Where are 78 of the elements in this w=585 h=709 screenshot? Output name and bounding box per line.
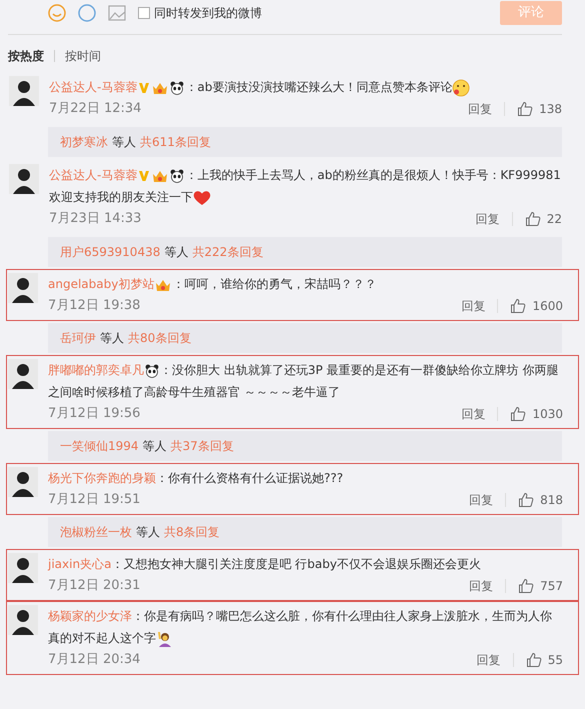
- replies-bar[interactable]: 泡椒粉丝一枚 等人 共8条回复: [48, 517, 562, 547]
- timestamp: 7月12日 19:38: [48, 297, 140, 316]
- reply-button[interactable]: 回复: [469, 577, 494, 595]
- thumbs-up-icon[interactable]: [518, 578, 534, 594]
- comment-submit-button[interactable]: 评论: [500, 1, 562, 25]
- sort-tab[interactable]: 按时间: [65, 47, 101, 65]
- comment-text: jiaxin夹心a：又想抱女神大腿引关注度度是吧 行baby不仅不会退娱乐圈还会更火: [48, 556, 482, 573]
- thumbs-up-icon[interactable]: [524, 211, 541, 227]
- timestamp: 7月23日 14:33: [49, 210, 142, 228]
- reply-others-text: 等人: [112, 134, 136, 151]
- reply-button[interactable]: 回复: [461, 297, 486, 315]
- timestamp: 7月12日 19:56: [48, 405, 140, 424]
- panda-icon: [170, 80, 184, 95]
- like-count: 22: [546, 211, 562, 228]
- replies-bar[interactable]: 一笑倾仙1994 等人 共37条回复: [48, 431, 562, 461]
- username-link[interactable]: 胖嘟嘟的郭奕卓凡: [48, 363, 144, 377]
- thumbs-up-icon[interactable]: [517, 101, 534, 117]
- verified-icon: [138, 82, 150, 94]
- timestamp: 7月12日 20:34: [48, 651, 140, 670]
- reply-user-link[interactable]: 一笑倾仙1994: [60, 437, 139, 455]
- reply-others-text: 等人: [142, 438, 167, 455]
- like-count: 818: [540, 492, 563, 509]
- reply-button[interactable]: 回复: [469, 491, 494, 509]
- share-checkbox-label: 同时转发到我的微博: [154, 5, 262, 22]
- reply-count-link[interactable]: 共222条回复: [192, 243, 264, 261]
- crown-icon: [152, 80, 168, 95]
- heart-icon: [193, 190, 211, 206]
- username-link[interactable]: 杨光下你奔跑的身颖: [48, 471, 156, 485]
- crown-icon: [155, 278, 172, 292]
- reply-count-link[interactable]: 共8条回复: [164, 523, 220, 541]
- timestamp: 7月12日 20:31: [48, 577, 140, 596]
- comment-text: 公益达人-马蓉蓉 ：ab要演技没演技嘴还辣么大！同意点赞本条评论: [49, 76, 562, 98]
- reply-user-link[interactable]: 初梦寒冰: [60, 133, 108, 151]
- like-count: 757: [540, 578, 563, 595]
- verified-icon: [138, 170, 150, 182]
- sort-tab[interactable]: 按热度: [8, 47, 44, 65]
- like-count: 1030: [532, 406, 563, 423]
- reply-user-link[interactable]: 用户6593910438: [60, 243, 160, 261]
- reply-user-link[interactable]: 泡椒粉丝一枚: [60, 523, 132, 541]
- timestamp: 7月12日 19:51: [48, 491, 140, 510]
- username-link[interactable]: 公益达人-马蓉蓉: [49, 80, 138, 94]
- panda-icon: [145, 364, 159, 378]
- thumbs-up-icon[interactable]: [510, 406, 526, 422]
- reply-others-text: 等人: [100, 330, 124, 347]
- comment-text: 杨颖家的少女泽：你是有病吗？嘴巴怎么这么脏，你有什么理由往人家身上泼脏水，生而为人你真的对不起人这个字: [48, 608, 553, 649]
- replies-bar[interactable]: 岳珂伊 等人 共80条回复: [48, 323, 562, 353]
- like-count: 138: [539, 101, 562, 118]
- crown-icon: [152, 168, 168, 183]
- comment-text: 杨光下你奔跑的身颖：你有什么资格有什么证据说她???: [48, 470, 344, 487]
- username-link[interactable]: 公益达人-马蓉蓉: [49, 168, 138, 182]
- username-link[interactable]: 杨颖家的少女泽: [48, 609, 132, 623]
- reply-button[interactable]: 回复: [476, 210, 500, 228]
- replies-bar[interactable]: 初梦寒冰 等人 共611条回复: [48, 127, 562, 157]
- share-checkbox[interactable]: [138, 7, 150, 19]
- like-count: 55: [548, 652, 563, 669]
- reply-button[interactable]: 回复: [461, 405, 486, 423]
- panda-icon: [170, 168, 184, 183]
- username-link[interactable]: jiaxin夹心a: [48, 557, 112, 571]
- reply-others-text: 等人: [136, 524, 160, 541]
- like-count: 1600: [532, 298, 563, 315]
- comment-text: 公益达人-马蓉蓉 ：上我的快手上去骂人，ab的粉丝真的是很烦人！快手号：KF999981 欢迎支持我的朋友关注一下: [49, 167, 562, 208]
- comment-text: angelababy初梦站 ：呵呵，谁给你的勇气，宋喆吗？？？: [48, 276, 378, 294]
- replies-bar[interactable]: 用户6593910438 等人 共222条回复: [48, 237, 562, 267]
- blushing-face-icon: [452, 78, 470, 97]
- reply-count-link[interactable]: 共37条回复: [170, 437, 234, 455]
- reply-button[interactable]: 回复: [476, 651, 501, 669]
- person-raising-hand-icon: [156, 630, 172, 647]
- reply-user-link[interactable]: 岳珂伊: [60, 329, 96, 347]
- comment-text: 胖嘟嘟的郭奕卓凡 ：没你胆大 出轨就算了还玩3P 最重要的是还有一群傻缺给你立牌坊 你两腿之间啥时候移植了高龄母牛生殖器官 ～～～～老牛逼了: [48, 362, 560, 401]
- reply-others-text: 等人: [164, 244, 188, 261]
- thumbs-up-icon[interactable]: [526, 652, 542, 668]
- timestamp: 7月22日 12:34: [49, 100, 142, 118]
- reply-count-link[interactable]: 共80条回复: [128, 329, 192, 347]
- reply-count-link[interactable]: 共611条回复: [140, 133, 211, 151]
- thumbs-up-icon[interactable]: [518, 492, 534, 508]
- username-link[interactable]: angelababy初梦站: [48, 277, 154, 291]
- reply-button[interactable]: 回复: [468, 100, 492, 118]
- thumbs-up-icon[interactable]: [510, 298, 526, 314]
